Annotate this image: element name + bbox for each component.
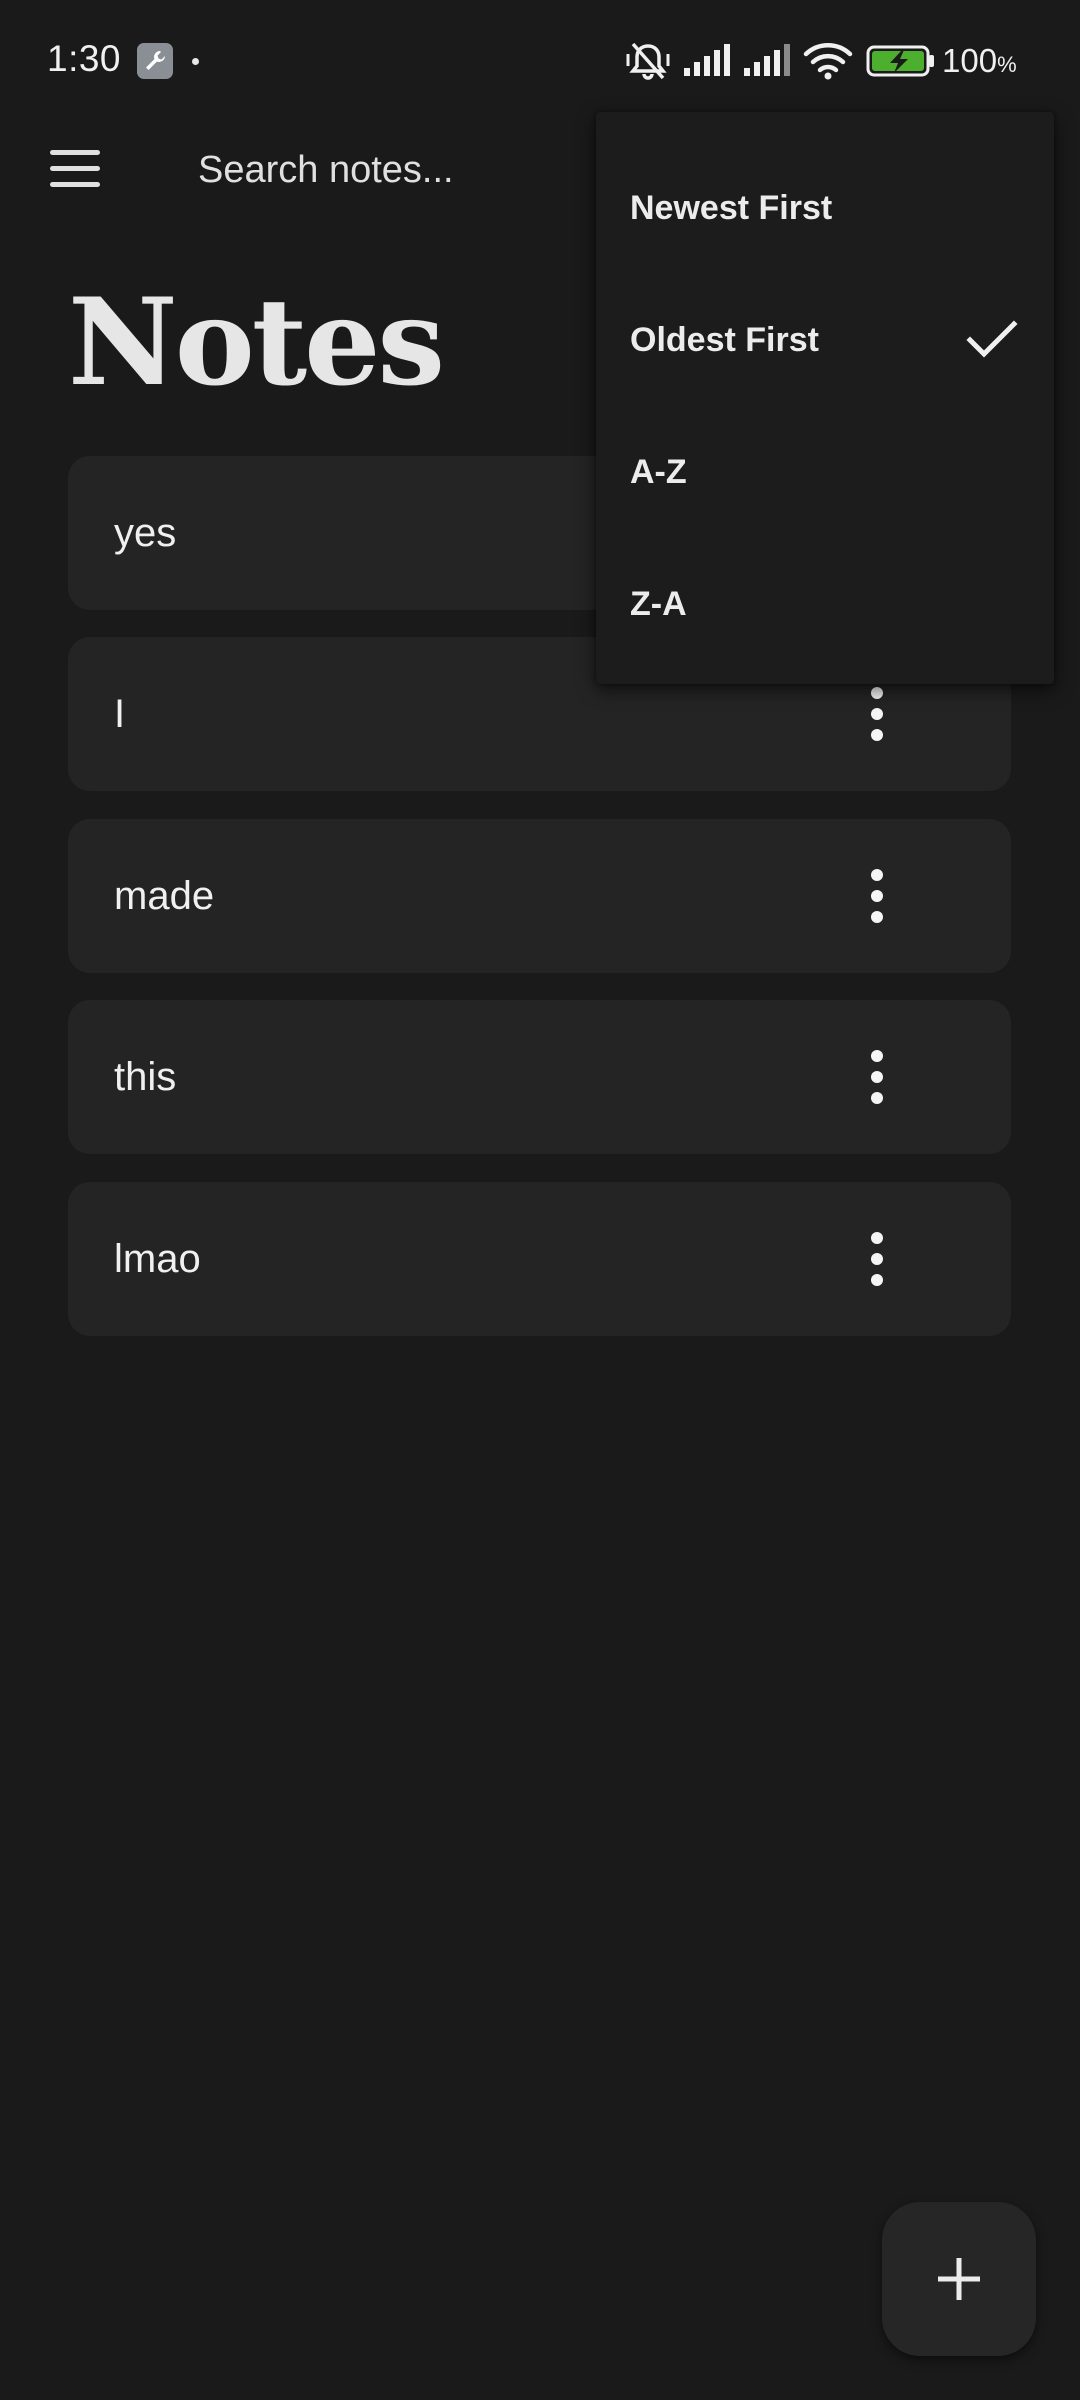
sort-option-a-z[interactable]: A-Z xyxy=(596,406,1054,538)
wrench-icon xyxy=(137,43,173,79)
note-card[interactable]: made xyxy=(68,819,1011,973)
sort-option-label: Newest First xyxy=(630,189,833,227)
battery-percentage: 100% xyxy=(942,42,1017,79)
note-card[interactable]: this xyxy=(68,1000,1011,1154)
sort-menu: Newest First Oldest First A-Z Z-A xyxy=(596,112,1054,684)
note-title: yes xyxy=(114,511,177,555)
note-title: made xyxy=(114,874,215,918)
page-title: Notes xyxy=(68,272,445,413)
notes-screen: 1:30 100% Search notes... Notes yes I ma… xyxy=(0,0,1080,2400)
note-card[interactable]: lmao xyxy=(68,1182,1011,1336)
plus-icon xyxy=(938,2258,980,2300)
hamburger-menu-icon[interactable] xyxy=(50,150,104,190)
sort-option-label: Z-A xyxy=(630,585,687,623)
more-options-icon[interactable] xyxy=(858,869,898,923)
notification-dot xyxy=(192,58,199,65)
silent-bell-icon xyxy=(626,42,670,80)
battery-charging-icon xyxy=(866,45,934,77)
checkmark-icon xyxy=(966,320,1018,358)
signal-icon xyxy=(744,44,790,76)
note-title: this xyxy=(114,1055,177,1099)
more-options-icon[interactable] xyxy=(858,1232,898,1286)
wifi-icon xyxy=(803,43,853,80)
note-title: lmao xyxy=(114,1237,201,1281)
more-options-icon[interactable] xyxy=(858,1050,898,1104)
search-input[interactable]: Search notes... xyxy=(198,140,618,200)
sort-option-oldest-first[interactable]: Oldest First xyxy=(596,274,1054,406)
sort-option-newest-first[interactable]: Newest First xyxy=(596,142,1054,274)
sort-option-label: A-Z xyxy=(630,453,687,491)
sort-option-label: Oldest First xyxy=(630,321,819,359)
note-title: I xyxy=(114,692,126,736)
more-options-icon[interactable] xyxy=(858,687,898,741)
sort-option-z-a[interactable]: Z-A xyxy=(596,538,1054,670)
status-time: 1:30 xyxy=(47,38,122,79)
status-bar: 1:30 100% xyxy=(0,0,1080,120)
signal-icon xyxy=(684,44,730,76)
add-note-button[interactable] xyxy=(882,2202,1036,2356)
